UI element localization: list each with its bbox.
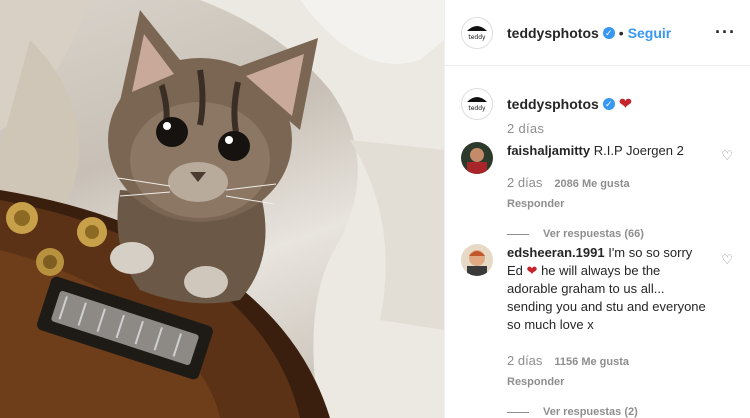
view-replies-label: Ver respuestas (66)	[543, 228, 644, 240]
comment-text: R.I.P Joergen 2	[593, 143, 684, 158]
comment-likes[interactable]: 1156 Me gusta	[554, 356, 629, 368]
red-heart-icon: ❤	[526, 263, 538, 278]
caption-username[interactable]: teddysphotos	[507, 96, 599, 112]
avatar-photo	[461, 142, 493, 174]
comment-username[interactable]: edsheeran.1991	[507, 245, 605, 260]
view-replies-button[interactable]: Ver respuestas (66)	[507, 225, 707, 243]
commenter-avatar[interactable]	[461, 244, 493, 276]
comment-username[interactable]: faishaljamitty	[507, 143, 590, 158]
like-heart-icon[interactable]: ♡	[721, 148, 733, 164]
comment-meta: 2 días 1156 Me gusta	[507, 352, 707, 371]
post-caption: teddy teddysphotos ✓ ❤	[461, 88, 632, 120]
svg-text:teddy: teddy	[468, 105, 486, 112]
avatar-logo-icon: teddy	[462, 89, 492, 119]
comment-text-continued: he will always be the adorable graham to…	[507, 263, 706, 332]
comment: edsheeran.1991 I'm so so sorry Ed ❤ he w…	[461, 244, 741, 418]
like-heart-icon[interactable]: ♡	[721, 252, 733, 268]
replies-divider	[507, 411, 529, 413]
comment-body: faishaljamitty R.I.P Joergen 2 2 días 208…	[507, 142, 707, 243]
commenter-avatar[interactable]	[461, 142, 493, 174]
comment-likes[interactable]: 2086 Me gusta	[554, 178, 629, 190]
verified-badge-icon: ✓	[602, 26, 615, 39]
separator-dot: •	[618, 24, 624, 41]
svg-text:teddy: teddy	[468, 34, 486, 41]
red-heart-icon: ❤	[618, 96, 633, 113]
reply-button[interactable]: Responder	[507, 373, 707, 391]
comment-body: edsheeran.1991 I'm so so sorry Ed ❤ he w…	[507, 244, 707, 418]
post-username[interactable]: teddysphotos	[507, 25, 599, 41]
post-timestamp[interactable]: 2 días	[507, 121, 544, 136]
caption-avatar[interactable]: teddy	[461, 88, 493, 120]
avatar-photo	[461, 244, 493, 276]
post-sidebar: teddy teddysphotos ✓ • Seguir ··· teddy …	[444, 0, 750, 418]
comment: faishaljamitty R.I.P Joergen 2 2 días 208…	[461, 142, 741, 243]
follow-button[interactable]: Seguir	[628, 25, 672, 41]
user-avatar[interactable]: teddy	[461, 16, 493, 49]
post-image[interactable]	[0, 0, 444, 418]
comment-time[interactable]: 2 días	[507, 353, 542, 368]
kitten-photo	[0, 0, 444, 418]
more-options-icon[interactable]: ···	[715, 22, 736, 43]
view-replies-button[interactable]: Ver respuestas (2)	[507, 403, 707, 418]
comment-meta: 2 días 2086 Me gusta	[507, 174, 707, 193]
replies-divider	[507, 233, 529, 235]
verified-badge-icon: ✓	[602, 98, 615, 110]
post-header: teddy teddysphotos ✓ • Seguir ···	[445, 0, 750, 66]
comment-time[interactable]: 2 días	[507, 175, 542, 190]
view-replies-label: Ver respuestas (2)	[543, 406, 638, 418]
reply-button[interactable]: Responder	[507, 195, 707, 213]
avatar-logo-icon: teddy	[462, 17, 492, 48]
